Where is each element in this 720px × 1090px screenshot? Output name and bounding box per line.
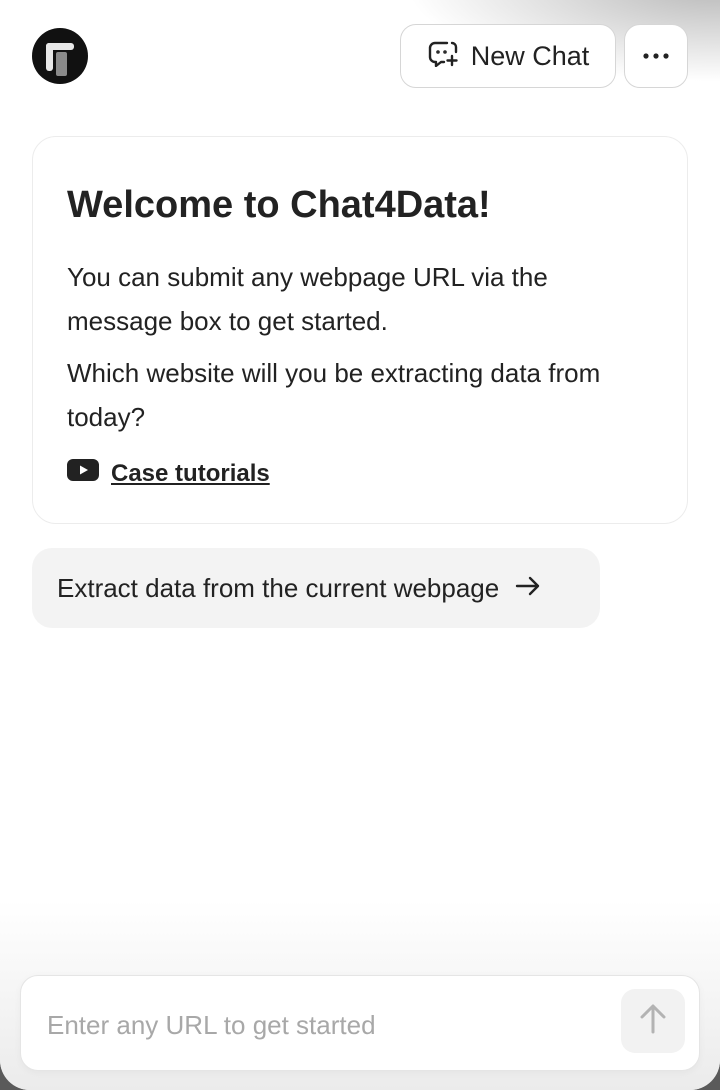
chat-panel: New Chat Welcome to Chat4Data! You can s… [0,0,720,1090]
youtube-icon [67,459,99,488]
suggestion-label: Extract data from the current webpage [57,572,500,603]
arrow-right-icon [515,573,541,604]
arrow-up-icon [638,1003,668,1040]
send-button[interactable] [621,989,685,1053]
url-composer [20,975,700,1071]
welcome-title: Welcome to Chat4Data! [67,184,491,226]
new-chat-label: New Chat [470,40,590,71]
more-dots-icon [642,47,670,65]
chat-plus-icon [427,39,459,74]
new-chat-button[interactable]: New Chat [400,24,616,88]
app-logo-icon[interactable] [32,28,88,84]
case-tutorials-link[interactable]: Case tutorials [67,459,653,488]
url-input[interactable] [45,1002,609,1048]
welcome-paragraph-1: You can submit any webpage URL via the m… [67,262,548,336]
welcome-card: Welcome to Chat4Data! You can submit any… [32,136,688,524]
more-options-button[interactable] [624,24,688,88]
suggestion-extract-current-page[interactable]: Extract data from the current webpage [32,548,600,628]
welcome-paragraph-2: Which website will you be extracting dat… [67,358,601,432]
case-tutorials-label: Case tutorials [111,459,270,487]
